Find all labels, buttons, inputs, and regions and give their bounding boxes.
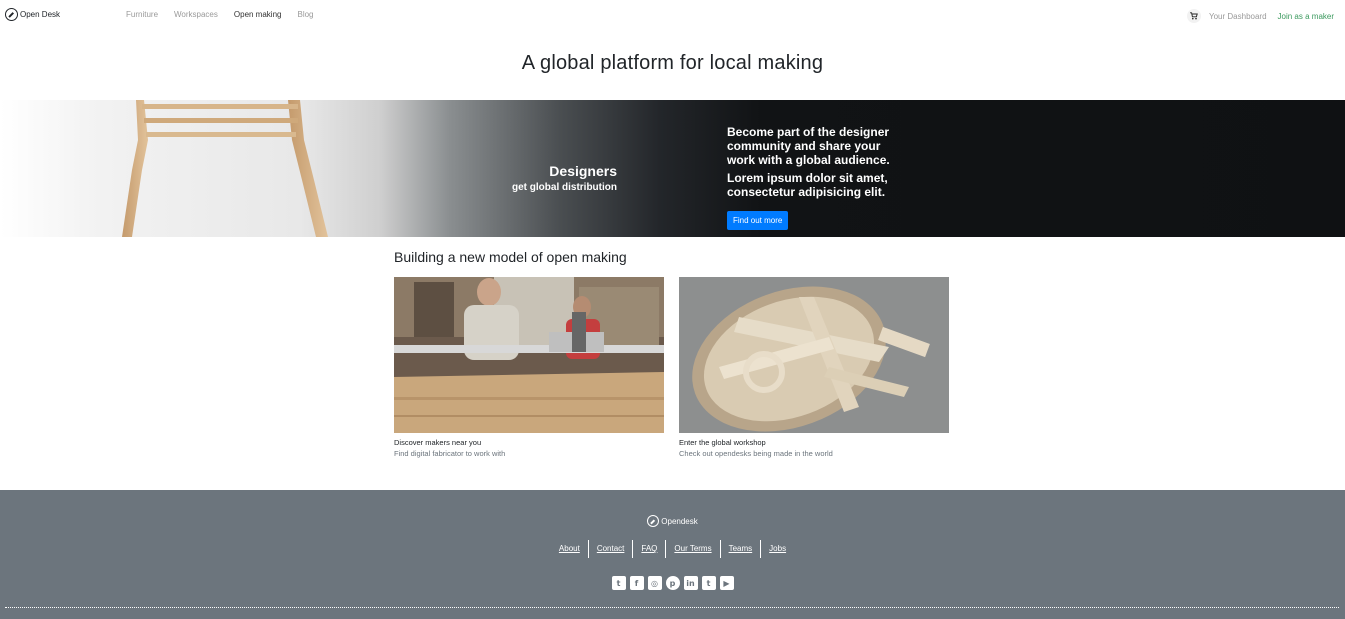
join-as-maker-link[interactable]: Join as a maker (1278, 12, 1334, 21)
opendesk-logo-icon (647, 515, 660, 527)
card-title[interactable]: Discover makers near you (394, 438, 664, 447)
nav-link-open-making[interactable]: Open making (234, 10, 282, 19)
facebook-icon[interactable]: f (629, 576, 644, 590)
cart-icon (1190, 12, 1198, 20)
hero-text-2: Lorem ipsum dolor sit amet, consectetur … (727, 171, 888, 199)
footer-brand[interactable]: Opendesk (0, 515, 1345, 527)
card-description: Check out opendesks being made in the wo… (679, 449, 833, 458)
footer-link-contact[interactable]: Contact (589, 540, 634, 558)
footer-divider (5, 607, 1339, 608)
nav-link-furniture[interactable]: Furniture (126, 10, 158, 19)
nav-right: Your Dashboard Join as a maker (1187, 9, 1334, 23)
social-links: t f ◎ p in t ▶ (0, 576, 1345, 590)
youtube-icon[interactable]: ▶ (719, 576, 734, 590)
footer-link-faq[interactable]: FAQ (633, 540, 667, 558)
pinterest-icon[interactable]: p (665, 576, 680, 590)
nav-link-workspaces[interactable]: Workspaces (174, 10, 218, 19)
footer-link-jobs[interactable]: Jobs (761, 540, 794, 558)
twitter-icon[interactable]: t (611, 576, 626, 590)
footer: Opendesk About Contact FAQ Our Terms Tea… (0, 490, 1345, 619)
instagram-icon[interactable]: ◎ (647, 576, 662, 590)
brand-name: Open Desk (20, 10, 61, 19)
main-nav: Furniture Workspaces Open making Blog (126, 10, 330, 19)
workshop-photo[interactable] (394, 277, 664, 433)
linkedin-icon[interactable]: in (683, 576, 698, 590)
chair-image (122, 100, 328, 237)
cnc-parts-photo[interactable] (679, 277, 949, 433)
hero-designers: Designers get global distribution (512, 163, 617, 193)
dashboard-link[interactable]: Your Dashboard (1209, 12, 1267, 21)
page-headline: A global platform for local making (521, 52, 824, 74)
navbar: Open Desk Furniture Workspaces Open maki… (0, 0, 1345, 30)
hero-description: Become part of the designer community an… (727, 125, 897, 230)
footer-brand-name: Opendesk (661, 516, 698, 526)
hero-title: Designers (549, 163, 617, 179)
hero-subtitle: get global distribution (512, 182, 617, 193)
section-title: Building a new model of open making (394, 249, 627, 265)
card-title[interactable]: Enter the global workshop (679, 438, 949, 447)
footer-links: About Contact FAQ Our Terms Teams Jobs (0, 540, 1345, 558)
card-discover-makers[interactable]: Discover makers near you Find digital fa… (394, 277, 664, 458)
card-description: Find digital fabricator to work with (394, 449, 506, 458)
opendesk-logo-icon (5, 8, 18, 21)
hero-banner: Designers get global distribution Become… (0, 100, 1345, 237)
brand-link[interactable]: Open Desk (5, 8, 60, 21)
footer-link-terms[interactable]: Our Terms (666, 540, 721, 558)
cart-button[interactable] (1187, 9, 1201, 23)
hero-text-1: Become part of the designer community an… (727, 125, 890, 167)
footer-link-about[interactable]: About (551, 540, 589, 558)
nav-link-blog[interactable]: Blog (297, 10, 313, 19)
footer-link-teams[interactable]: Teams (721, 540, 762, 558)
find-out-more-button[interactable]: Find out more (727, 211, 789, 230)
card-global-workshop[interactable]: Enter the global workshop Check out open… (679, 277, 949, 458)
tumblr-icon[interactable]: t (701, 576, 716, 590)
